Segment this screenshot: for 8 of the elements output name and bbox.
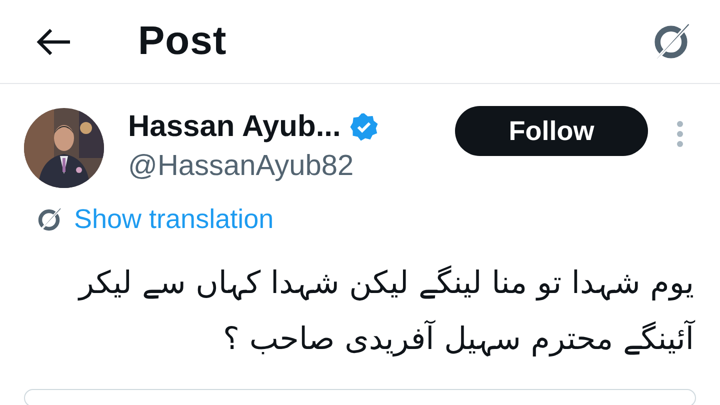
back-button[interactable] [36, 26, 72, 56]
tweet-text: آئینگے محترم سہیل آفریدی صاحب ؟ [222, 319, 694, 359]
author-name: Hassan Ayub... [128, 110, 341, 144]
author-handle: @HassanAyub82 [128, 150, 355, 183]
follow-button[interactable]: Follow [455, 106, 648, 156]
tweet-text: یوم شہدا تو منا لینگے لیکن شہدا کہاں سے لیکر [76, 264, 694, 303]
page-title: Post [138, 19, 228, 64]
back-arrow-icon [36, 26, 72, 56]
